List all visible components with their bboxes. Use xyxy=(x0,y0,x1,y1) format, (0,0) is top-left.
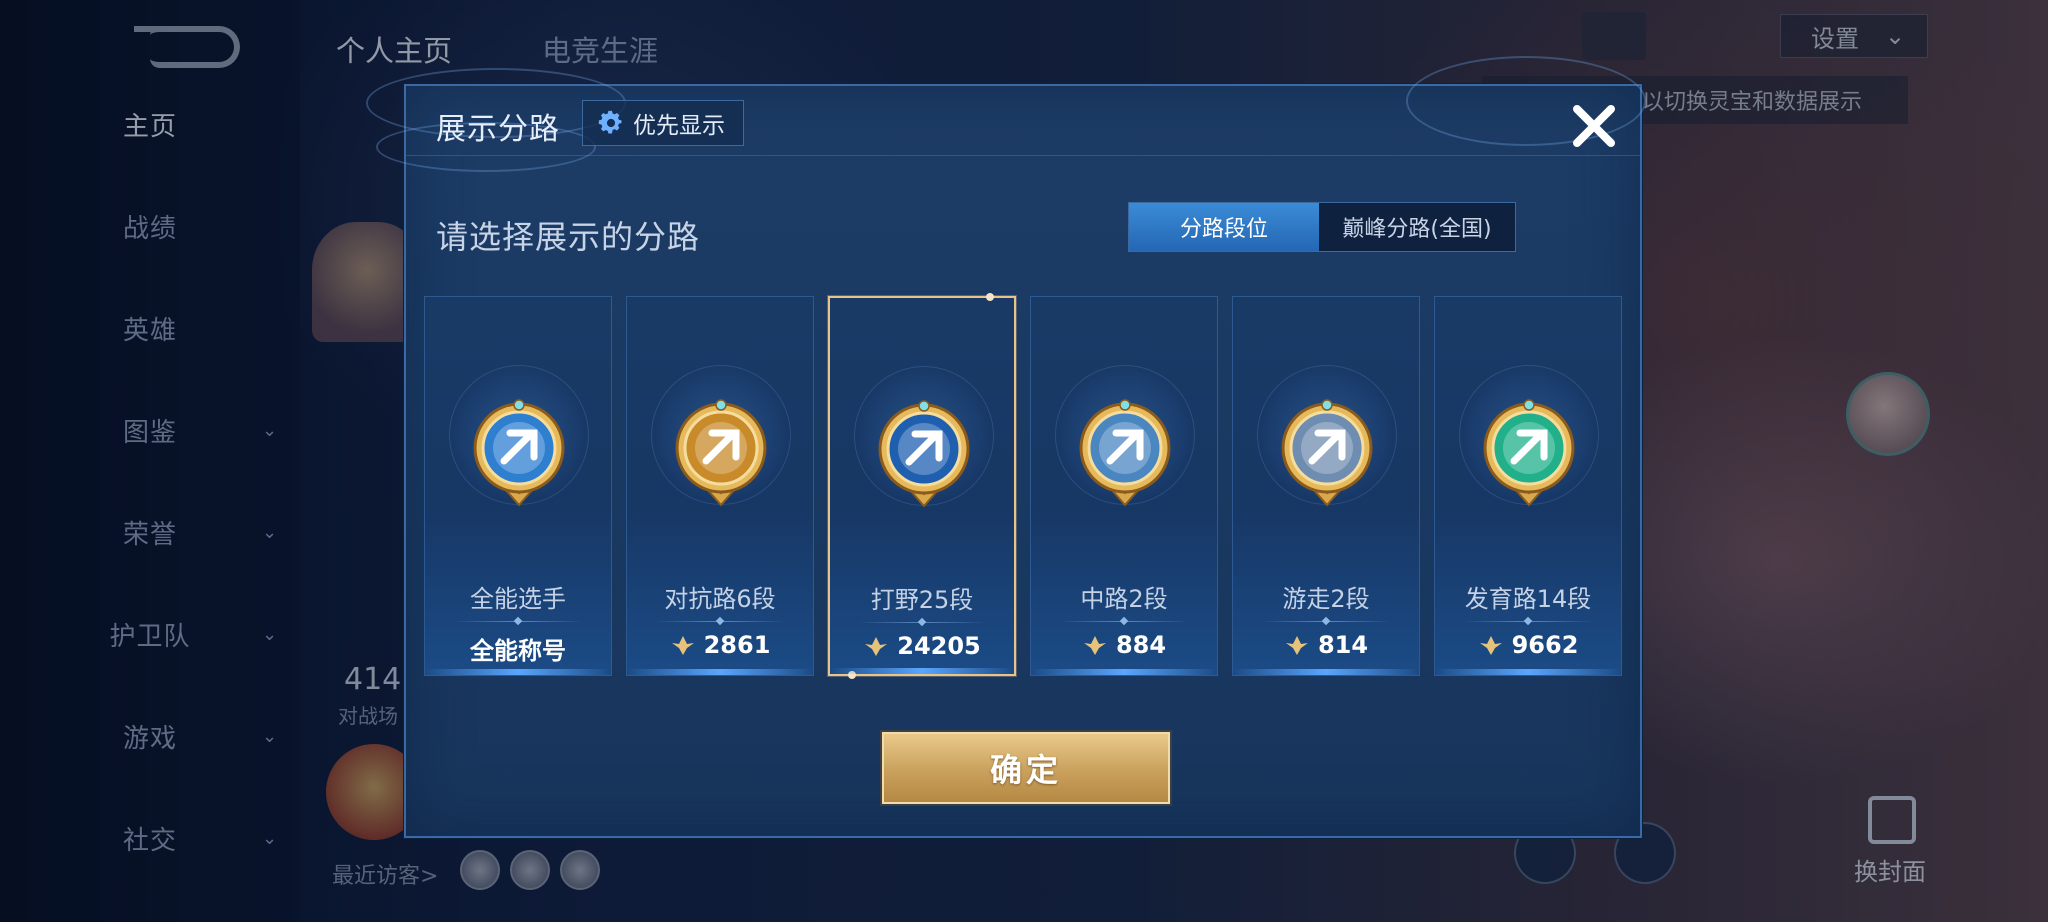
lane-rank-label: 打野25段 xyxy=(870,586,974,614)
gear-icon xyxy=(598,110,622,134)
lane-score: 24205 xyxy=(830,632,1014,660)
all-round-emblem-icon xyxy=(473,399,565,507)
lane-mode-toggle: 分路段位 巅峰分路(全国) xyxy=(1128,202,1516,252)
lane-rank-label: 全能选手 xyxy=(470,585,566,613)
power-score-icon xyxy=(671,636,694,655)
lane-score-value: 884 xyxy=(1115,631,1167,659)
lane-card-list: 全能选手 全能称号 对抗路6段 2861 打野25段 24205 中路2段 884 游走2段 81… xyxy=(424,293,1624,679)
lane-score-value: 9662 xyxy=(1511,631,1579,659)
jungle-emblem-icon xyxy=(878,400,970,508)
power-score-icon xyxy=(1479,636,1502,655)
dialog-header: 展示分路 优先显示 xyxy=(366,56,1646,172)
lane-score: 2861 xyxy=(627,631,813,659)
lane-score: 全能称号 xyxy=(425,631,611,666)
card-divider xyxy=(858,622,986,623)
display-lane-dialog: 展示分路 优先显示 请选择展示的分路 分路段位 巅峰分路(全国) 全能选手全能称… xyxy=(366,56,1646,838)
priority-display-label: 优先显示 xyxy=(633,113,725,139)
lane-score-value: 全能称号 xyxy=(470,637,566,665)
lane-rank-label: 发育路14段 xyxy=(1464,585,1592,613)
dialog-title: 展示分路 xyxy=(436,112,560,147)
lane-card[interactable]: 对抗路6段 2861 xyxy=(626,296,814,676)
selection-corner-dot xyxy=(986,293,994,301)
lane-score: 9662 xyxy=(1435,631,1621,659)
lane-score: 884 xyxy=(1031,631,1217,659)
lane-card[interactable]: 游走2段 814 xyxy=(1232,296,1420,676)
mid-lane-emblem-icon xyxy=(1079,399,1171,507)
close-button[interactable] xyxy=(1564,96,1624,156)
lane-score-value: 2861 xyxy=(703,631,771,659)
lane-card[interactable]: 发育路14段 9662 xyxy=(1434,296,1622,676)
power-score-icon xyxy=(1285,636,1308,655)
lane-rank-label: 游走2段 xyxy=(1282,585,1370,613)
farm-lane-emblem-icon xyxy=(1483,399,1575,507)
card-divider xyxy=(1261,621,1391,622)
selection-corner-dot xyxy=(848,671,856,679)
lane-score-value: 24205 xyxy=(897,632,981,660)
lane-score-value: 814 xyxy=(1317,631,1369,659)
power-score-icon xyxy=(865,637,888,656)
dialog-subtitle: 请选择展示的分路 xyxy=(436,218,701,256)
close-icon xyxy=(1573,105,1615,147)
lane-card[interactable]: 打野25段 24205 xyxy=(828,293,1016,679)
card-divider xyxy=(453,621,583,622)
confirm-button[interactable]: 确定 xyxy=(882,732,1170,804)
roam-emblem-icon xyxy=(1281,399,1373,507)
priority-display-button[interactable]: 优先显示 xyxy=(582,100,744,146)
lane-card[interactable]: 全能选手 全能称号 xyxy=(424,296,612,676)
power-score-icon xyxy=(1083,636,1106,655)
lane-rank-label: 中路2段 xyxy=(1080,585,1168,613)
toggle-peak-lane[interactable]: 巅峰分路(全国) xyxy=(1319,203,1515,251)
card-divider xyxy=(1463,621,1593,622)
lane-score: 814 xyxy=(1233,631,1419,659)
card-divider xyxy=(655,621,785,622)
card-divider xyxy=(1059,621,1189,622)
lane-rank-label: 对抗路6段 xyxy=(664,585,776,613)
toggle-lane-rank[interactable]: 分路段位 xyxy=(1129,203,1319,251)
lane-card[interactable]: 中路2段 884 xyxy=(1030,296,1218,676)
clash-lane-emblem-icon xyxy=(675,399,767,507)
